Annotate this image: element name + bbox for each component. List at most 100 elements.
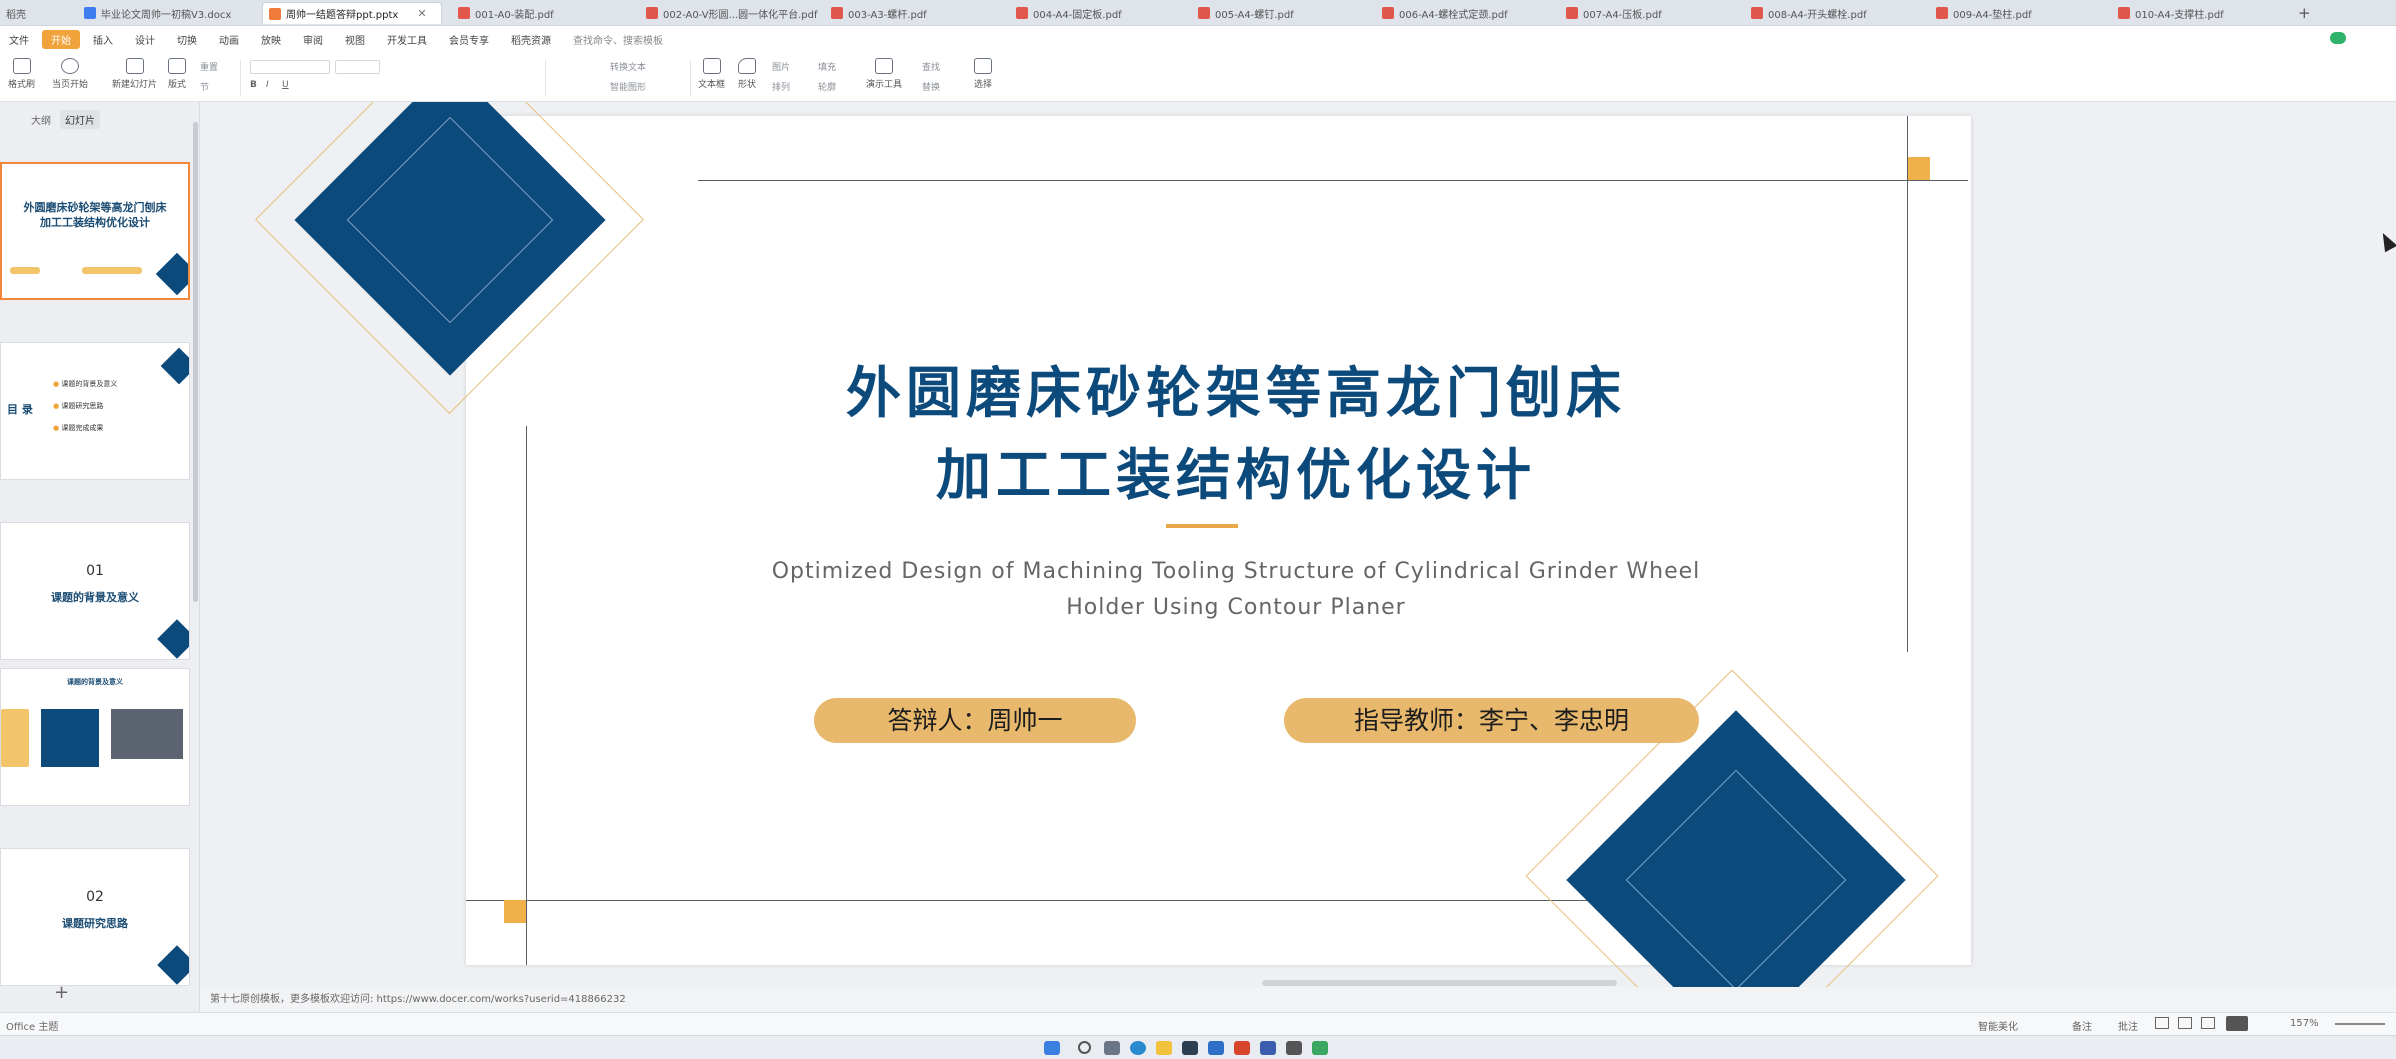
- tab-pdf-001[interactable]: 001-A0-装配.pdf: [452, 2, 622, 24]
- menu-developer[interactable]: 开发工具: [378, 30, 436, 49]
- new-tab-button[interactable]: +: [2292, 2, 2316, 24]
- slide-1[interactable]: 外圆磨床砂轮架等高龙门刨床 加工工装结构优化设计 Optimized Desig…: [466, 116, 1971, 987]
- menu-transition[interactable]: 切换: [168, 30, 206, 49]
- replace-button[interactable]: 替换: [922, 80, 940, 93]
- tab-doc[interactable]: 毕业论文周帅一初稿V3.docx: [78, 2, 258, 24]
- store-icon[interactable]: [1208, 1041, 1224, 1055]
- comments-button[interactable]: 批注: [2118, 1018, 2138, 1033]
- slide-thumbnail-3[interactable]: 01 课题的背景及意义: [0, 522, 190, 660]
- textbox-button[interactable]: 文本框: [698, 58, 725, 90]
- app-icon[interactable]: [1312, 1041, 1328, 1055]
- tab-pdf-003[interactable]: 003-A3-螺杆.pdf: [825, 2, 995, 24]
- zoom-slider[interactable]: [2335, 1023, 2385, 1025]
- app-icon[interactable]: [1182, 1041, 1198, 1055]
- section-button[interactable]: 节: [200, 80, 209, 93]
- presenter-pill[interactable]: 答辩人：周帅一: [814, 698, 1136, 743]
- edge-browser-icon[interactable]: [1130, 1041, 1146, 1055]
- notes-button[interactable]: 备注: [2072, 1018, 2092, 1033]
- doc-file-icon: [84, 7, 96, 19]
- arrange-button[interactable]: 排列: [772, 80, 790, 93]
- slide-thumbnail-1[interactable]: 外圆磨床砂轮架等高龙门刨床 加工工装结构优化设计: [0, 162, 190, 300]
- reset-button[interactable]: 重置: [200, 60, 218, 73]
- slide-subtitle-line-1: Optimized Design of Machining Tooling St…: [771, 559, 1701, 584]
- menu-view[interactable]: 视图: [336, 30, 374, 49]
- italic-button[interactable]: I: [266, 80, 269, 90]
- tab-daoke[interactable]: 稻壳: [0, 2, 70, 24]
- font-size-select[interactable]: [335, 60, 380, 74]
- smart-beautify-button[interactable]: 智能美化: [1978, 1018, 2018, 1033]
- search-icon[interactable]: [1078, 1041, 1091, 1054]
- slide-title-line-2: 加工工装结构优化设计: [935, 443, 1536, 507]
- reading-view-icon[interactable]: [2201, 1017, 2215, 1029]
- divider: [545, 60, 546, 96]
- wps-icon[interactable]: [1234, 1041, 1250, 1055]
- ribbon-toolbar: 格式刷 当页开始 新建幻灯片 版式 重置 节 B I U 转换文本 智能图形 文…: [0, 32, 2396, 102]
- presentation-tools-button[interactable]: 演示工具: [866, 58, 902, 90]
- horizontal-scrollbar[interactable]: [1262, 980, 1617, 986]
- menu-animation[interactable]: 动画: [210, 30, 248, 49]
- menu-slideshow[interactable]: 放映: [252, 30, 290, 49]
- layout-button[interactable]: 版式: [168, 58, 186, 90]
- tab-pdf-009[interactable]: 009-A4-垫柱.pdf: [1930, 2, 2100, 24]
- tab-pptx-active[interactable]: 周帅一结题答辩ppt.pptx ✕: [262, 2, 442, 24]
- tab-pdf-007[interactable]: 007-A4-压板.pdf: [1560, 2, 1730, 24]
- font-family-select[interactable]: [250, 60, 330, 74]
- add-slide-button[interactable]: +: [54, 982, 69, 1003]
- slide-thumbnail-5[interactable]: 02 课题研究思路: [0, 848, 190, 986]
- new-slide-button[interactable]: 新建幻灯片: [112, 58, 157, 90]
- tab-pdf-005[interactable]: 005-A4-螺钉.pdf: [1192, 2, 1362, 24]
- convert-text-button[interactable]: 转换文本: [610, 60, 646, 73]
- app-icon[interactable]: [1260, 1041, 1276, 1055]
- thumb-title: 外圆磨床砂轮架等高龙门刨床 加工工装结构优化设计: [23, 201, 167, 229]
- slide-thumbnail-4[interactable]: 课题的背景及意义: [0, 668, 190, 806]
- menu-review[interactable]: 审阅: [294, 30, 332, 49]
- slide-subtitle[interactable]: Optimized Design of Machining Tooling St…: [706, 554, 1766, 626]
- outline-button[interactable]: 轮廓: [818, 80, 836, 93]
- gold-square-top: [1908, 157, 1930, 180]
- slide-editing-canvas[interactable]: 外圆磨床砂轮架等高龙门刨床 加工工装结构优化设计 Optimized Desig…: [200, 102, 2396, 987]
- menu-member[interactable]: 会员专享: [440, 30, 498, 49]
- slide-thumbnail-2[interactable]: 目 录 ● 课题的背景及意义 ● 课题研究思路 ● 课题完成成果: [0, 342, 190, 480]
- picture-button[interactable]: 图片: [772, 60, 790, 73]
- app-icon[interactable]: [1286, 1041, 1302, 1055]
- menu-design[interactable]: 设计: [126, 30, 164, 49]
- tab-outline[interactable]: 大纲: [26, 110, 56, 129]
- tab-slides[interactable]: 幻灯片: [60, 110, 100, 129]
- file-explorer-icon[interactable]: [1156, 1041, 1172, 1055]
- tab-label: 009-A4-垫柱.pdf: [1953, 9, 2032, 21]
- task-view-icon[interactable]: [1104, 1041, 1120, 1055]
- shape-button[interactable]: 形状: [738, 58, 756, 90]
- advisor-pill[interactable]: 指导教师：李宁、李忠明: [1284, 698, 1699, 743]
- slideshow-play-icon[interactable]: [2226, 1016, 2248, 1031]
- smart-graphic-button[interactable]: 智能图形: [610, 80, 646, 93]
- normal-view-icon[interactable]: [2155, 1017, 2169, 1029]
- tab-pdf-004[interactable]: 004-A4-固定板.pdf: [1010, 2, 1180, 24]
- menu-insert[interactable]: 插入: [84, 30, 122, 49]
- fill-button[interactable]: 填充: [818, 60, 836, 73]
- command-search[interactable]: 查找命令、搜索模板: [564, 30, 672, 49]
- pdf-file-icon: [458, 7, 470, 19]
- bold-button[interactable]: B: [250, 80, 257, 90]
- format-painter-button[interactable]: 格式刷: [8, 58, 35, 90]
- slide-title[interactable]: 外圆磨床砂轮架等高龙门刨床 加工工装结构优化设计: [706, 352, 1766, 516]
- tab-pdf-010[interactable]: 010-A4-支撑柱.pdf: [2112, 2, 2282, 24]
- thumb-item-text: 课题研究思路: [61, 402, 104, 410]
- find-button[interactable]: 查找: [922, 60, 940, 73]
- menu-file[interactable]: 文件: [0, 30, 38, 49]
- tab-pdf-002[interactable]: 002-A0-V形圆...圆一体化平台.pdf: [640, 2, 820, 24]
- menu-resources[interactable]: 稻壳资源: [502, 30, 560, 49]
- sync-status-icon[interactable]: [2330, 32, 2346, 44]
- file-tab-strip: 稻壳 毕业论文周帅一初稿V3.docx 周帅一结题答辩ppt.pptx ✕ 001…: [0, 0, 2396, 26]
- sorter-view-icon[interactable]: [2178, 1017, 2192, 1029]
- tab-pdf-006[interactable]: 006-A4-螺栓式定颈.pdf: [1376, 2, 1546, 24]
- tab-pdf-008[interactable]: 008-A4-开头螺栓.pdf: [1745, 2, 1915, 24]
- menu-home[interactable]: 开始: [42, 29, 80, 49]
- underline-button[interactable]: U: [282, 80, 289, 90]
- start-icon[interactable]: [1044, 1041, 1060, 1055]
- select-button[interactable]: 选择: [974, 58, 992, 90]
- zoom-level[interactable]: 157%: [2290, 1018, 2319, 1029]
- close-icon[interactable]: ✕: [417, 7, 426, 20]
- play-current-button[interactable]: 当页开始: [52, 58, 88, 90]
- thumb-title: 课题研究思路: [62, 917, 128, 930]
- thumbnail-scrollbar[interactable]: [193, 122, 198, 602]
